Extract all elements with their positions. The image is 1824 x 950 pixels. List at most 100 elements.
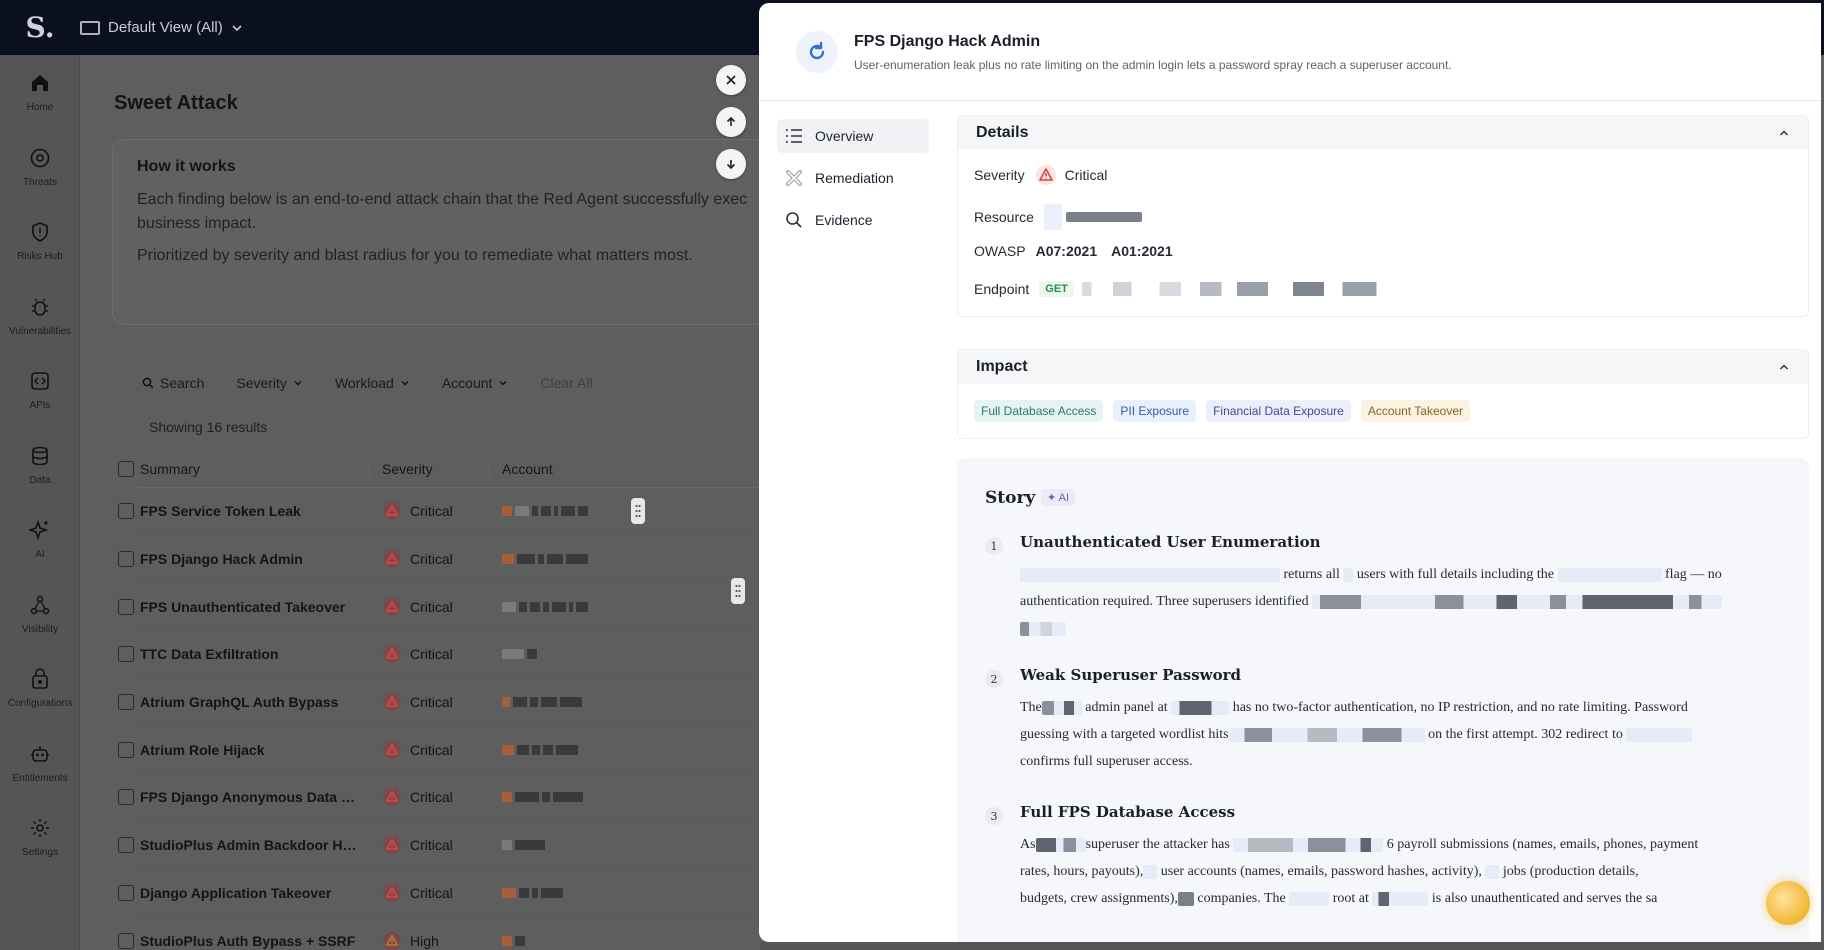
row-checkbox[interactable] bbox=[118, 598, 134, 615]
step-text-fragment: rates, hours, payouts), bbox=[1020, 864, 1144, 879]
column-account[interactable]: Account bbox=[490, 461, 640, 477]
row-summary[interactable]: Atrium Role Hijack bbox=[140, 742, 370, 758]
step-title: Unauthenticated User Enumeration bbox=[1020, 533, 1321, 551]
row-checkbox[interactable] bbox=[118, 789, 134, 806]
table-row[interactable]: Atrium GraphQL Auth Bypass Critical bbox=[118, 679, 760, 727]
redacted-block bbox=[502, 840, 512, 851]
next-finding-button[interactable] bbox=[716, 149, 746, 179]
close-drawer-button[interactable] bbox=[716, 65, 746, 95]
nav-item-data[interactable]: Data bbox=[0, 428, 80, 503]
row-severity: Critical bbox=[370, 644, 490, 664]
table-row[interactable]: StudioPlus Admin Backdoor Hash Critical bbox=[118, 822, 760, 870]
table-row[interactable]: FPS Django Hack Admin Critical bbox=[118, 536, 760, 584]
nav-item-configurations[interactable]: Configurations bbox=[0, 651, 80, 726]
row-summary[interactable]: Django Application Takeover bbox=[140, 885, 370, 901]
row-summary[interactable]: Atrium GraphQL Auth Bypass bbox=[140, 694, 370, 710]
nav-item-threats[interactable]: Threats bbox=[0, 130, 80, 205]
view-selector-label: Default View (All) bbox=[108, 19, 223, 36]
row-summary[interactable]: StudioPlus Auth Bypass + SSRF bbox=[140, 933, 370, 949]
row-checkbox[interactable] bbox=[118, 884, 134, 901]
impact-header[interactable]: Impact bbox=[958, 350, 1808, 384]
search-filter[interactable]: Search bbox=[142, 375, 204, 391]
redacted-text bbox=[1035, 837, 1086, 852]
nav-label: Risks Hub bbox=[17, 251, 63, 263]
app-logo[interactable]: S. bbox=[0, 0, 80, 55]
table-row[interactable]: TTC Data Exfiltration Critical bbox=[118, 631, 760, 679]
row-severity-label: Critical bbox=[410, 837, 453, 854]
search-icon bbox=[142, 377, 154, 389]
column-severity[interactable]: Severity bbox=[370, 460, 490, 477]
nav-item-entitlements[interactable]: Entitlements bbox=[0, 726, 80, 801]
select-all-checkbox[interactable] bbox=[118, 460, 134, 477]
nav-item-settings[interactable]: Settings bbox=[0, 800, 80, 875]
close-icon bbox=[726, 75, 736, 85]
row-checkbox[interactable] bbox=[118, 503, 134, 520]
table-row[interactable]: Atrium Role Hijack Critical bbox=[118, 726, 760, 775]
row-checkbox[interactable] bbox=[118, 646, 134, 663]
clear-all-button[interactable]: Clear All bbox=[540, 375, 592, 391]
endpoint-path-redacted[interactable] bbox=[1081, 282, 1392, 296]
step-number: 2 bbox=[985, 670, 1003, 688]
resize-handle[interactable] bbox=[631, 498, 645, 524]
tab-overview[interactable]: Overview bbox=[777, 119, 929, 153]
details-header[interactable]: Details bbox=[958, 116, 1808, 150]
owasp-tag: A01:2021 bbox=[1111, 243, 1173, 259]
step-title: Weak Superuser Password bbox=[1020, 666, 1241, 684]
monitor-icon bbox=[80, 20, 100, 35]
nav-item-apis[interactable]: APIs bbox=[0, 353, 80, 428]
row-checkbox[interactable] bbox=[118, 694, 134, 711]
critical-warning-icon bbox=[383, 740, 401, 759]
table-row[interactable]: Django Application Takeover Critical bbox=[118, 870, 760, 918]
row-severity: Critical bbox=[370, 692, 490, 712]
assistant-orb-button[interactable] bbox=[1766, 881, 1810, 925]
nav-item-vulnerabilities[interactable]: Vulnerabilities bbox=[0, 279, 80, 354]
row-checkbox[interactable] bbox=[118, 551, 134, 568]
tab-remediation[interactable]: Remediation bbox=[777, 161, 929, 195]
severity-filter[interactable]: Severity bbox=[236, 375, 303, 391]
row-summary[interactable]: FPS Django Anonymous Data Tam... bbox=[140, 789, 370, 805]
row-summary[interactable]: FPS Django Hack Admin bbox=[140, 551, 370, 567]
row-summary[interactable]: FPS Unauthenticated Takeover bbox=[140, 599, 370, 615]
step-text-fragment: is also unauthenticated and serves the s… bbox=[1431, 891, 1658, 906]
view-selector[interactable]: Default View (All) bbox=[80, 19, 243, 36]
column-summary[interactable]: Summary bbox=[140, 460, 370, 477]
redacted-block bbox=[532, 744, 540, 755]
row-summary[interactable]: TTC Data Exfiltration bbox=[140, 646, 370, 662]
account-filter[interactable]: Account bbox=[442, 375, 509, 391]
nav-label: Data bbox=[29, 474, 51, 486]
nav-item-risks-hub[interactable]: Risks Hub bbox=[0, 204, 80, 279]
table-row[interactable]: FPS Service Token Leak Critical bbox=[118, 488, 760, 536]
nav-item-ai[interactable]: AI bbox=[0, 502, 80, 577]
row-summary[interactable]: FPS Service Token Leak bbox=[140, 503, 370, 519]
row-account-redacted bbox=[490, 554, 640, 565]
table-row[interactable]: FPS Django Anonymous Data Tam... Critical bbox=[118, 774, 760, 822]
critical-warning-icon bbox=[383, 931, 401, 950]
step-text-fragment: budgets, crew assignments), bbox=[1020, 891, 1178, 906]
tab-evidence[interactable]: Evidence bbox=[777, 203, 929, 237]
row-summary[interactable]: StudioPlus Admin Backdoor Hash bbox=[140, 837, 370, 853]
table-row[interactable]: StudioPlus Auth Bypass + SSRF High bbox=[118, 917, 760, 950]
previous-finding-button[interactable] bbox=[716, 107, 746, 137]
row-severity: Critical bbox=[370, 883, 490, 903]
drawer-resize-handle[interactable] bbox=[731, 578, 745, 604]
resource-value-redacted[interactable] bbox=[1065, 212, 1142, 222]
row-checkbox[interactable] bbox=[118, 932, 134, 949]
row-checkbox[interactable] bbox=[118, 837, 134, 854]
severity-row: Severity Critical bbox=[974, 164, 1107, 186]
impact-tag: Full Database Access bbox=[974, 400, 1104, 422]
nav-item-home[interactable]: Home bbox=[0, 55, 80, 130]
how-it-works-card: How it works Each finding below is an en… bbox=[112, 139, 760, 325]
nav-label: Entitlements bbox=[12, 772, 68, 784]
redacted-text bbox=[1233, 837, 1384, 852]
workload-filter[interactable]: Workload bbox=[335, 375, 410, 391]
step-text: As superuser the attacker has 6 payroll s… bbox=[1020, 831, 1785, 912]
redacted-block bbox=[519, 887, 529, 898]
step-text-fragment: jobs (production details, bbox=[1502, 864, 1639, 879]
table-row[interactable]: FPS Unauthenticated Takeover Critical bbox=[118, 583, 760, 632]
endpoint-label: Endpoint bbox=[974, 281, 1030, 297]
redacted-text bbox=[1557, 567, 1662, 582]
row-account-redacted bbox=[490, 697, 640, 708]
step-text-fragment: authentication required. Three superuser… bbox=[1020, 594, 1309, 609]
nav-item-visibility[interactable]: Visibility bbox=[0, 577, 80, 652]
row-checkbox[interactable] bbox=[118, 741, 134, 758]
